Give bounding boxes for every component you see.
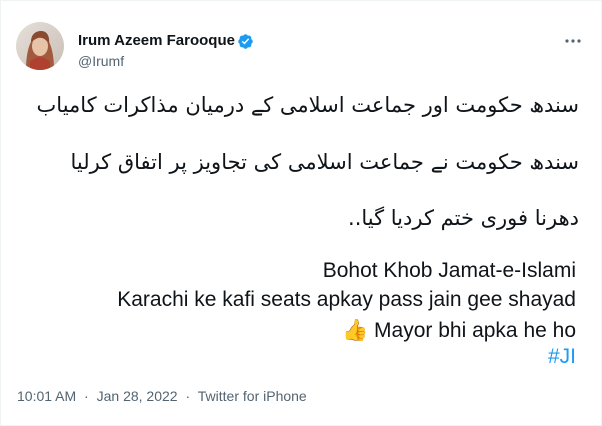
tweet-time[interactable]: 10:01 AM bbox=[17, 388, 76, 404]
tweet-text-urdu-line: سندھ حکومت نے جماعت اسلامی کی تجاویز پر … bbox=[70, 150, 579, 174]
avatar-image bbox=[16, 22, 64, 70]
verified-badge-icon[interactable] bbox=[237, 33, 254, 50]
tweet-meta: 10:01 AM · Jan 28, 2022 · Twitter for iP… bbox=[17, 387, 307, 405]
avatar[interactable] bbox=[16, 22, 64, 70]
tweet-card: Irum Azeem Farooque @Irumf سندھ حکومت او… bbox=[0, 0, 602, 426]
thumbs-up-icon: 👍 bbox=[342, 319, 369, 342]
tweet-text-english-line-row: 👍 Mayor bhi apka he ho bbox=[342, 318, 576, 344]
meta-separator: · bbox=[185, 388, 191, 404]
tweet-source[interactable]: Twitter for iPhone bbox=[198, 388, 307, 404]
tweet-date[interactable]: Jan 28, 2022 bbox=[97, 388, 178, 404]
author-name-row: Irum Azeem Farooque bbox=[78, 32, 254, 50]
tweet-text-urdu-line: دھرنا فوری ختم کردیا گیا.. bbox=[348, 206, 579, 230]
more-horizontal-icon[interactable] bbox=[563, 33, 583, 49]
tweet-text-english-line: Karachi ke kafi seats apkay pass jain ge… bbox=[117, 288, 576, 311]
tweet-text-english-line: Mayor bhi apka he ho bbox=[374, 319, 576, 342]
hashtag-link[interactable]: #JI bbox=[548, 344, 576, 370]
author-handle[interactable]: @Irumf bbox=[78, 52, 124, 70]
tweet-text-urdu-line: سندھ حکومت اور جماعت اسلامی کے درمیان مذ… bbox=[36, 93, 579, 117]
display-name[interactable]: Irum Azeem Farooque bbox=[78, 32, 235, 50]
tweet-text-english-line: Bohot Khob Jamat-e-Islami bbox=[322, 259, 576, 282]
meta-separator: · bbox=[84, 388, 89, 404]
